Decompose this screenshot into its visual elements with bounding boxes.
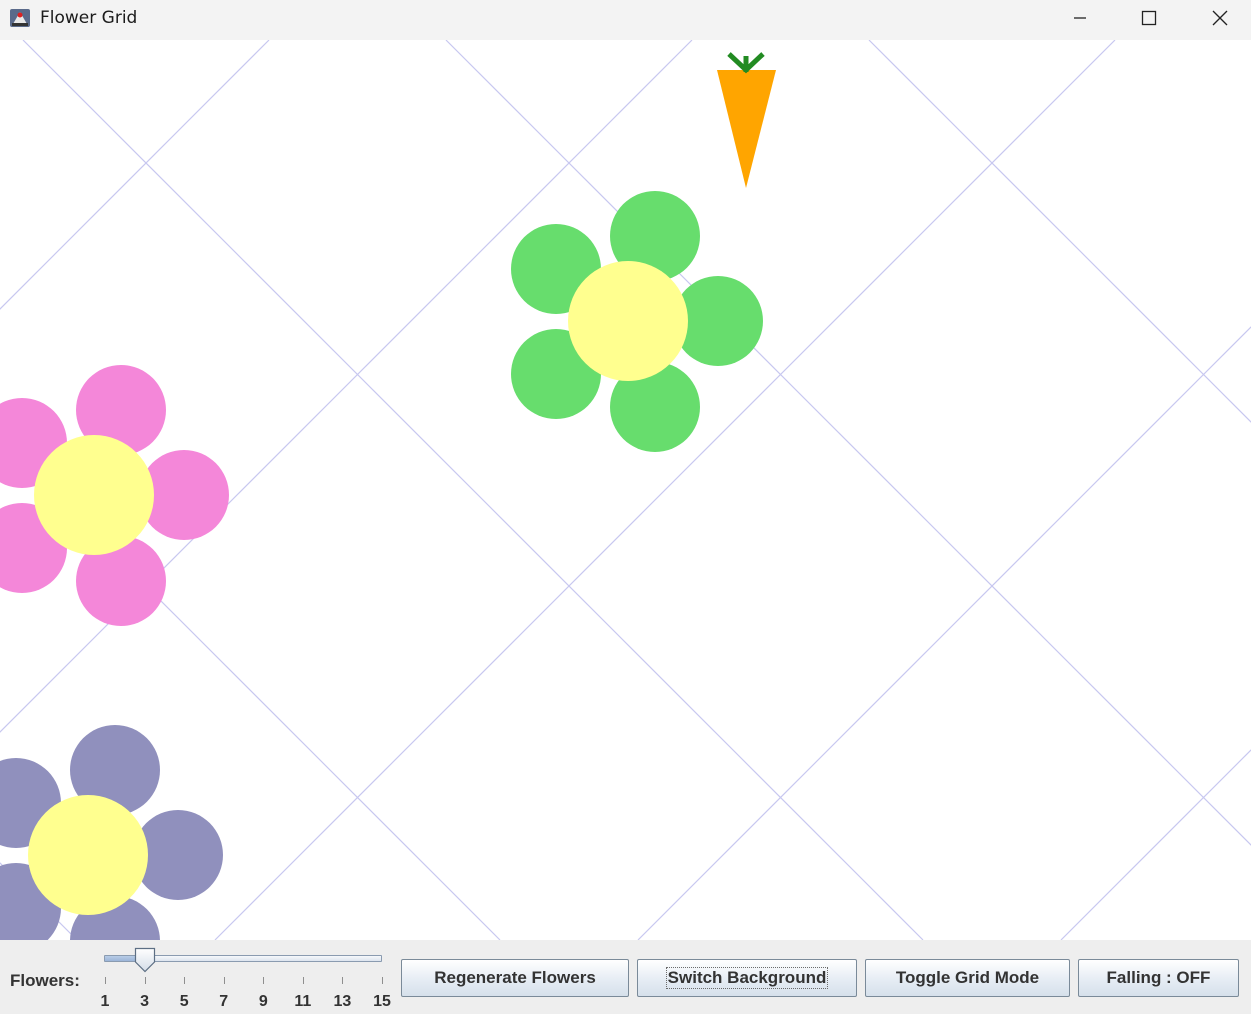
toggle-grid-mode-button[interactable]: Toggle Grid Mode bbox=[865, 959, 1070, 997]
slider-tick-label: 1 bbox=[100, 993, 110, 1010]
carrot bbox=[717, 52, 776, 188]
slider-thumb[interactable] bbox=[134, 947, 156, 973]
slider-tick-label: 9 bbox=[258, 993, 268, 1010]
falling-toggle-button[interactable]: Falling : OFF bbox=[1078, 959, 1239, 997]
flower-pink bbox=[0, 365, 229, 626]
slider-tick-label: 3 bbox=[140, 993, 150, 1010]
slider-tick-label: 5 bbox=[179, 993, 189, 1010]
app-window: Flower Grid Flowers: 1 3 5 7 9 11 13 15 … bbox=[0, 0, 1251, 1014]
window-title: Flower Grid bbox=[40, 8, 138, 28]
grid-line bbox=[1060, 749, 1251, 940]
grid-line bbox=[868, 40, 1251, 423]
close-button[interactable] bbox=[1185, 0, 1251, 40]
grid-line bbox=[445, 40, 1251, 846]
flower-center bbox=[28, 795, 148, 915]
slider-tick-label: 11 bbox=[294, 993, 312, 1010]
slider-tick bbox=[302, 977, 304, 984]
maximize-button[interactable] bbox=[1114, 0, 1184, 40]
grid-line bbox=[214, 40, 1116, 940]
flower-canvas[interactable] bbox=[0, 40, 1251, 940]
maximize-icon bbox=[1141, 10, 1157, 31]
flower-center bbox=[568, 261, 688, 381]
regenerate-flowers-button[interactable]: Regenerate Flowers bbox=[401, 959, 629, 997]
carrot-body bbox=[717, 70, 776, 188]
flower-green bbox=[511, 191, 763, 452]
slider-tick bbox=[382, 977, 383, 984]
canvas-drawing bbox=[0, 40, 1251, 940]
slider-tick-label: 13 bbox=[333, 993, 352, 1010]
slider-tick bbox=[184, 977, 186, 984]
flowers-label: Flowers: bbox=[10, 971, 80, 990]
minimize-button[interactable] bbox=[1045, 0, 1115, 40]
slider-tick bbox=[144, 977, 146, 984]
close-icon bbox=[1212, 10, 1228, 31]
slider-tick bbox=[263, 977, 265, 984]
switch-background-button[interactable]: Switch Background bbox=[637, 959, 857, 997]
title-bar: Flower Grid bbox=[0, 0, 1251, 40]
flower-center bbox=[34, 435, 154, 555]
slider-tick bbox=[105, 977, 106, 984]
switch-background-label: Switch Background bbox=[665, 967, 829, 989]
flower-count-slider[interactable]: 1 3 5 7 9 11 13 15 bbox=[100, 945, 392, 1011]
grid-line bbox=[637, 326, 1251, 940]
minimize-icon bbox=[1072, 10, 1088, 31]
flower-purple bbox=[0, 725, 223, 940]
slider-tick-label: 7 bbox=[219, 993, 229, 1010]
java-app-icon bbox=[8, 6, 32, 30]
slider-tick bbox=[223, 977, 225, 984]
slider-tick-label: 15 bbox=[373, 993, 391, 1010]
slider-tick bbox=[342, 977, 344, 984]
